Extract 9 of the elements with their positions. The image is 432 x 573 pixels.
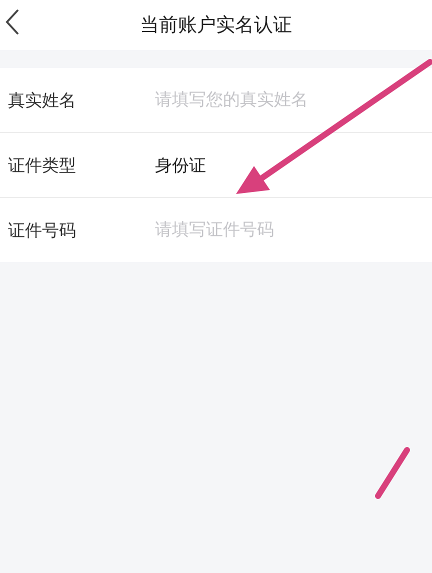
input-field[interactable]: 请填写证件号码 <box>155 220 395 240</box>
field-value[interactable]: 身份证 <box>155 154 206 176</box>
field-label: 证件号码 <box>7 220 77 242</box>
annotation-line <box>375 447 410 499</box>
field-label: 证件类型 <box>7 154 77 176</box>
field-label: 真实姓名 <box>7 90 77 112</box>
page-title: 当前账户实名认证 <box>140 13 292 38</box>
input-field[interactable]: 请填写您的真实姓名 <box>155 90 395 110</box>
back-icon[interactable] <box>4 8 20 36</box>
